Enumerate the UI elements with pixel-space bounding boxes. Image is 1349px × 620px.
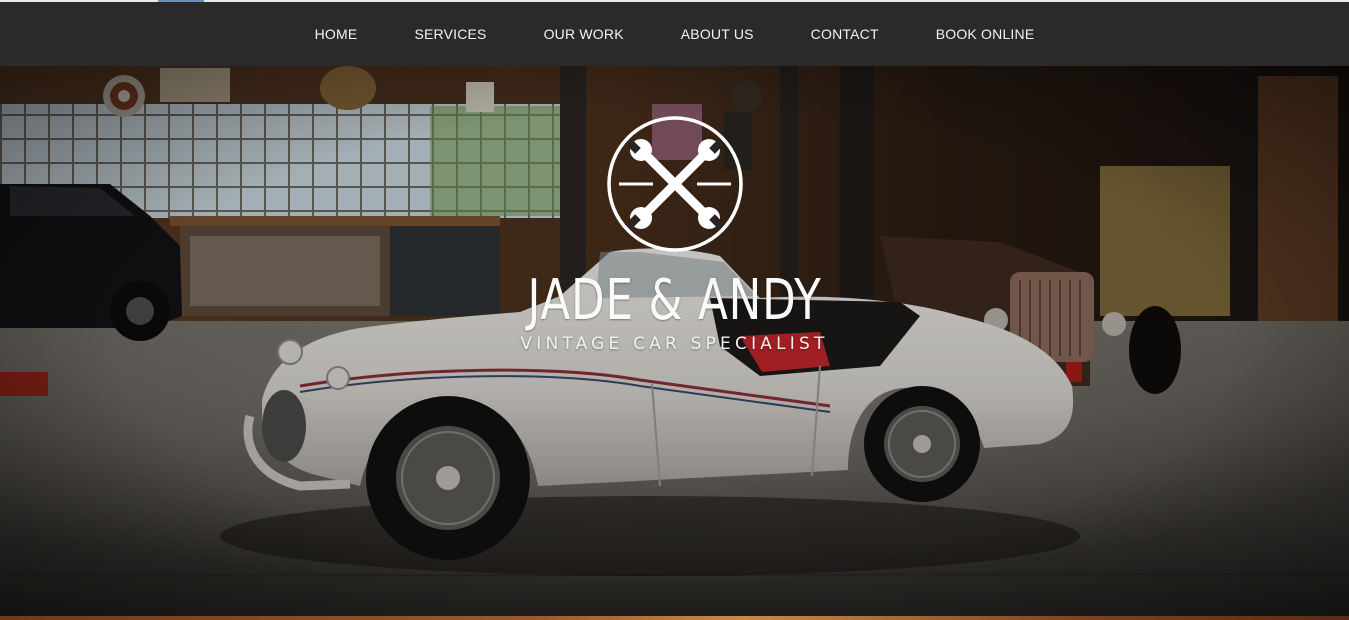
brand-tagline: VINTAGE CAR SPECIALIST bbox=[520, 334, 829, 354]
next-section-edge bbox=[0, 616, 1349, 620]
main-navigation: HOME SERVICES OUR WORK ABOUT US CONTACT … bbox=[0, 2, 1349, 66]
crossed-wrenches-icon bbox=[606, 116, 743, 252]
nav-list: HOME SERVICES OUR WORK ABOUT US CONTACT … bbox=[286, 2, 1063, 66]
nav-contact[interactable]: CONTACT bbox=[782, 2, 907, 66]
nav-our-work[interactable]: OUR WORK bbox=[515, 2, 652, 66]
hero-banner: JADE & ANDY VINTAGE CAR SPECIALIST bbox=[0, 66, 1349, 616]
nav-about-us[interactable]: ABOUT US bbox=[652, 2, 782, 66]
nav-home[interactable]: HOME bbox=[286, 2, 386, 66]
nav-book-online[interactable]: BOOK ONLINE bbox=[907, 2, 1063, 66]
brand-name: JADE & ANDY bbox=[527, 268, 822, 333]
brand-logo: JADE & ANDY VINTAGE CAR SPECIALIST bbox=[0, 114, 1349, 374]
nav-services[interactable]: SERVICES bbox=[386, 2, 515, 66]
